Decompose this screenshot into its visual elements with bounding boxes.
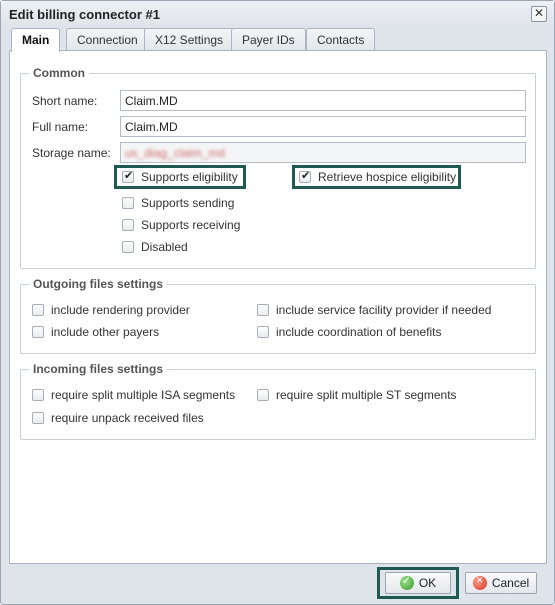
include-coordination-of-benefits-label: include coordination of benefits [276,325,442,339]
require-split-st-label: require split multiple ST segments [276,388,457,402]
include-rendering-provider-label: include rendering provider [51,303,190,317]
supports-eligibility-label: Supports eligibility [141,170,238,184]
checkbox-box [299,169,311,183]
cancel-label: Cancel [491,576,530,590]
full-name-field[interactable]: Claim.MD [120,116,526,137]
short-name-label: Short name: [32,94,98,108]
include-rendering-provider-checkbox[interactable]: include rendering provider [32,301,190,319]
require-split-st-checkbox[interactable]: require split multiple ST segments [257,386,457,404]
tab-bar: Main Connection X12 Settings Payer IDs C… [9,27,547,52]
retrieve-hospice-eligibility-label: Retrieve hospice eligibility [318,170,457,184]
checkbox-box [257,389,269,401]
require-split-isa-checkbox[interactable]: require split multiple ISA segments [32,386,235,404]
checkbox-box [32,389,44,401]
check-circle-icon [399,574,414,590]
storage-name-label: Storage name: [32,146,111,160]
checkbox-box [122,169,134,183]
checkbox-box [32,326,44,338]
include-service-facility-checkbox[interactable]: include service facility provider if nee… [257,301,491,319]
storage-name-field: us_diag_claim_md [120,142,526,163]
full-name-label: Full name: [32,120,89,134]
include-other-payers-label: include other payers [51,325,160,339]
checkbox-box [257,326,269,338]
dialog-titlebar: Edit billing connector #1 ✕ [1,1,554,27]
supports-eligibility-checkbox[interactable]: Supports eligibility [122,168,238,186]
dialog-title: Edit billing connector #1 [9,7,160,22]
checkbox-box [122,219,134,231]
edit-billing-connector-dialog: Edit billing connector #1 ✕ Main Connect… [0,0,555,605]
require-unpack-received-label: require unpack received files [51,411,204,425]
tab-x12-settings[interactable]: X12 Settings [144,28,235,51]
checkbox-box [32,412,44,424]
supports-receiving-label: Supports receiving [141,218,241,232]
short-name-field[interactable]: Claim.MD [120,90,526,111]
ok-button[interactable]: OK [385,572,451,594]
cancel-circle-icon [472,575,487,590]
checkbox-box [122,197,134,209]
include-service-facility-label: include service facility provider if nee… [276,303,492,317]
dialog-footer: OK Cancel [1,567,554,603]
outgoing-legend: Outgoing files settings [33,277,164,291]
checkbox-box [122,241,134,253]
require-split-isa-label: require split multiple ISA segments [51,388,236,402]
supports-sending-checkbox[interactable]: Supports sending [122,194,234,212]
cancel-button[interactable]: Cancel [465,572,537,594]
incoming-legend: Incoming files settings [33,362,164,376]
checkbox-box [32,304,44,316]
tab-connection[interactable]: Connection [66,28,149,51]
tab-content-main: Common Short name: Claim.MD Full name: C… [9,50,547,564]
checkbox-box [257,304,269,316]
supports-receiving-checkbox[interactable]: Supports receiving [122,216,240,234]
disabled-checkbox[interactable]: Disabled [122,238,188,256]
common-legend: Common [33,66,85,80]
tab-main[interactable]: Main [11,28,61,52]
disabled-label: Disabled [141,240,188,254]
ok-label: OK [418,576,437,590]
tab-payer-ids[interactable]: Payer IDs [231,28,306,51]
include-coordination-of-benefits-checkbox[interactable]: include coordination of benefits [257,323,441,341]
require-unpack-received-checkbox[interactable]: require unpack received files [32,409,204,427]
close-icon[interactable]: ✕ [531,6,547,22]
include-other-payers-checkbox[interactable]: include other payers [32,323,159,341]
supports-sending-label: Supports sending [141,196,235,210]
retrieve-hospice-eligibility-checkbox[interactable]: Retrieve hospice eligibility [299,168,456,186]
storage-name-value: us_diag_claim_md [125,146,226,160]
tab-contacts[interactable]: Contacts [306,28,376,51]
